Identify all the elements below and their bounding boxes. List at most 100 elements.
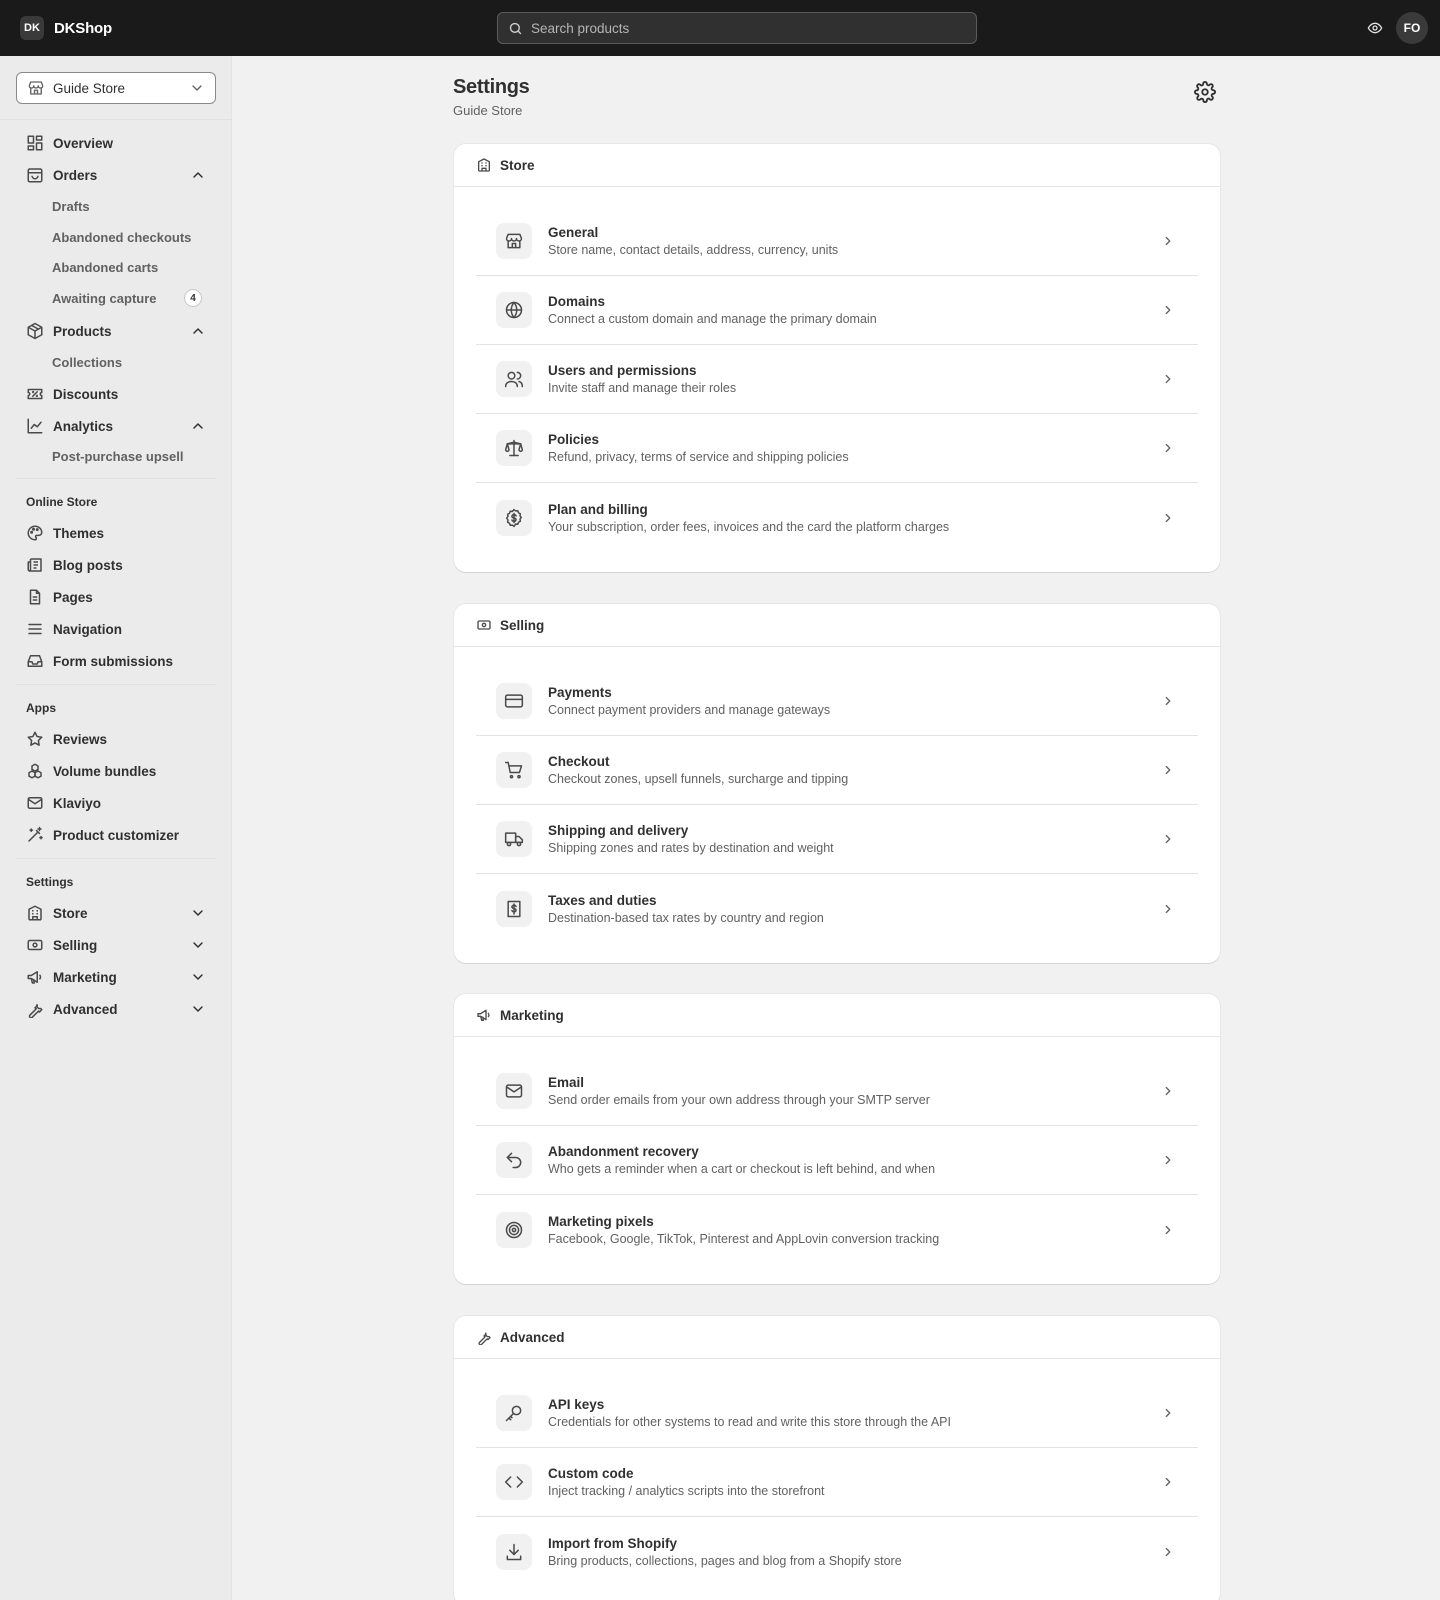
sidebar-item-drafts[interactable]: Drafts	[16, 192, 216, 220]
settings-card-marketing: Marketing Email Send order emails from yo…	[454, 994, 1220, 1284]
row-title: Users and permissions	[548, 363, 697, 378]
card-title: Advanced	[500, 1329, 565, 1345]
chevron-right-icon	[1158, 829, 1178, 849]
key-icon	[496, 1395, 532, 1431]
user-avatar[interactable]: FO	[1396, 12, 1428, 44]
row-title: Email	[548, 1075, 585, 1090]
sidebar-item-selling[interactable]: Selling	[16, 930, 216, 960]
sidebar-item-marketing[interactable]: Marketing	[16, 962, 216, 992]
settings-row-general[interactable]: General Store name, contact details, addr…	[476, 207, 1198, 276]
settings-row-shipping-and-delivery[interactable]: Shipping and delivery Shipping zones and …	[476, 805, 1198, 874]
sidebar-item-advanced[interactable]: Advanced	[16, 994, 216, 1024]
chevron-right-icon	[1158, 231, 1178, 251]
row-description: Connect a custom domain and manage the p…	[548, 312, 877, 326]
row-description: Shipping zones and rates by destination …	[548, 841, 834, 855]
sidebar-item-abandoned-checkouts[interactable]: Abandoned checkouts	[16, 223, 216, 251]
sidebar-item-post-purchase-upsell[interactable]: Post-purchase upsell	[16, 442, 216, 470]
scale-icon	[496, 430, 532, 466]
section-heading-apps: Apps	[26, 701, 56, 715]
settings-row-plan-and-billing[interactable]: Plan and billing Your subscription, order…	[476, 483, 1198, 552]
sidebar-item-reviews[interactable]: Reviews	[16, 724, 216, 754]
overview-grid-icon	[26, 134, 44, 152]
brand-logo: DK	[20, 16, 44, 40]
orders-bag-icon	[26, 166, 44, 184]
sidebar-divider	[16, 858, 216, 859]
settings-row-taxes-and-duties[interactable]: Taxes and duties Destination-based tax ra…	[476, 874, 1198, 943]
chevron-down-icon[interactable]	[190, 905, 206, 921]
sidebar-divider	[0, 119, 232, 120]
section-heading-settings: Settings	[26, 875, 74, 889]
sidebar-item-klaviyo[interactable]: Klaviyo	[16, 788, 216, 818]
settings-row-domains[interactable]: Domains Connect a custom domain and manag…	[476, 276, 1198, 345]
row-description: Send order emails from your own address …	[548, 1093, 930, 1107]
inbox-icon	[26, 652, 44, 670]
settings-row-payments[interactable]: Payments Connect payment providers and ma…	[476, 667, 1198, 736]
sidebar-item-product-customizer[interactable]: Product customizer	[16, 820, 216, 850]
chevron-down-icon[interactable]	[190, 937, 206, 953]
chevron-down-icon[interactable]	[190, 1001, 206, 1017]
magic-wand-icon	[26, 826, 44, 844]
megaphone-icon	[26, 968, 44, 986]
sidebar-divider	[16, 478, 216, 479]
sidebar-item-store[interactable]: Store	[16, 898, 216, 928]
chevron-down-icon[interactable]	[190, 969, 206, 985]
row-title: API keys	[548, 1397, 605, 1412]
view-store-eye-icon[interactable]	[1364, 17, 1386, 39]
card-title: Store	[500, 157, 535, 173]
chevron-up-icon[interactable]	[190, 418, 206, 434]
settings-row-custom-code[interactable]: Custom code Inject tracking / analytics s…	[476, 1448, 1198, 1517]
search-input[interactable]: Search products	[497, 12, 977, 44]
wrench-icon	[476, 1329, 492, 1345]
sidebar-item-form-submissions[interactable]: Form submissions	[16, 646, 216, 676]
store-selector-label: Guide Store	[53, 80, 126, 96]
row-title: General	[548, 225, 599, 240]
sidebar-item-navigation[interactable]: Navigation	[16, 614, 216, 644]
settings-row-marketing-pixels[interactable]: Marketing pixels Facebook, Google, TikTok…	[476, 1195, 1198, 1264]
row-title: Marketing pixels	[548, 1213, 654, 1229]
globe-icon	[496, 292, 532, 328]
sidebar-item-volume-bundles[interactable]: Volume bundles	[16, 756, 216, 786]
sidebar-item-collections[interactable]: Collections	[16, 348, 216, 376]
gear-icon[interactable]	[1194, 81, 1216, 103]
settings-row-users-and-permissions[interactable]: Users and permissions Invite staff and ma…	[476, 345, 1198, 414]
sidebar-item-overview[interactable]: Overview	[16, 128, 216, 158]
chevron-up-icon[interactable]	[190, 167, 206, 183]
section-heading-online-store: Online Store	[26, 495, 98, 509]
settings-row-email[interactable]: Email Send order emails from your own add…	[476, 1057, 1198, 1126]
card-header: Store	[454, 144, 1220, 187]
sidebar-item-themes[interactable]: Themes	[16, 518, 216, 548]
sidebar-item-blog-posts[interactable]: Blog posts	[16, 550, 216, 580]
chevron-right-icon	[1158, 1220, 1178, 1240]
sidebar-item-orders[interactable]: Orders	[16, 160, 216, 190]
settings-row-import-from-shopify[interactable]: Import from Shopify Bring products, colle…	[476, 1517, 1198, 1586]
code-icon	[496, 1464, 532, 1500]
settings-row-policies[interactable]: Policies Refund, privacy, terms of servic…	[476, 414, 1198, 483]
settings-row-abandonment-recovery[interactable]: Abandonment recovery Who gets a reminder …	[476, 1126, 1198, 1195]
chevron-up-icon[interactable]	[190, 323, 206, 339]
settings-row-checkout[interactable]: Checkout Checkout zones, upsell funnels, …	[476, 736, 1198, 805]
sidebar-item-awaiting-capture[interactable]: Awaiting capture 4	[16, 284, 216, 312]
sidebar-item-products[interactable]: Products	[16, 316, 216, 346]
settings-row-api-keys[interactable]: API keys Credentials for other systems to…	[476, 1379, 1198, 1448]
card-title: Marketing	[500, 1007, 564, 1023]
row-description: Your subscription, order fees, invoices …	[548, 519, 950, 534]
sidebar-item-pages[interactable]: Pages	[16, 582, 216, 612]
page-title: Settings	[453, 76, 530, 98]
download-icon	[496, 1533, 532, 1570]
sidebar-item-analytics[interactable]: Analytics	[16, 411, 216, 441]
chevron-right-icon	[1158, 1542, 1178, 1562]
row-title: Abandonment recovery	[548, 1144, 699, 1159]
undo-icon	[496, 1142, 532, 1178]
store-selector[interactable]: Guide Store	[16, 72, 216, 104]
mail-icon	[26, 794, 44, 812]
card-header: Advanced	[454, 1316, 1220, 1359]
sidebar-item-discounts[interactable]: Discounts	[16, 379, 216, 409]
star-icon	[26, 730, 44, 748]
row-description: Facebook, Google, TikTok, Pinterest and …	[548, 1231, 940, 1246]
bundles-icon	[26, 762, 44, 780]
banknote-icon	[26, 936, 44, 954]
sidebar-item-abandoned-carts[interactable]: Abandoned carts	[16, 253, 216, 281]
page-subtitle: Guide Store	[453, 103, 523, 118]
brand[interactable]: DK DKShop	[20, 16, 112, 40]
sidebar: Guide Store Overview Orders Drafts Aband…	[0, 56, 232, 1600]
